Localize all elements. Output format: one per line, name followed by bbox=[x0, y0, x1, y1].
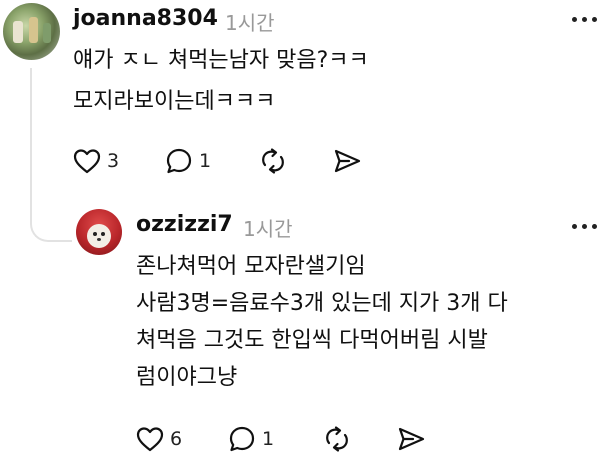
thread-connector-curve bbox=[30, 212, 72, 242]
avatar-joanna8304[interactable] bbox=[3, 3, 60, 60]
comment-text-line: 쳐먹음 그것도 한입씩 다먹어버림 시발 bbox=[136, 328, 488, 353]
repost-icon bbox=[262, 148, 284, 174]
reply-count: 1 bbox=[262, 428, 275, 450]
like-count: 6 bbox=[170, 428, 183, 450]
comment-timestamp: 1시간 bbox=[243, 217, 293, 241]
like-count: 3 bbox=[107, 150, 120, 172]
share-icon bbox=[334, 149, 361, 173]
avatar-ozzizzi7[interactable] bbox=[76, 209, 122, 255]
repost-button[interactable] bbox=[258, 146, 288, 176]
comment-text-line: 모지라보이는데ㅋㅋㅋ bbox=[73, 89, 276, 114]
more-options-icon[interactable] bbox=[572, 17, 598, 23]
repost-button[interactable] bbox=[322, 424, 352, 454]
share-icon bbox=[398, 427, 425, 451]
repost-icon bbox=[326, 426, 348, 452]
heart-icon bbox=[73, 149, 101, 174]
comment-icon bbox=[229, 426, 255, 452]
comment-text-line: 얘가 ㅈㄴ 쳐먹는남자 맞음?ㅋㅋ bbox=[73, 48, 369, 73]
like-button[interactable]: 6 bbox=[136, 424, 182, 454]
comment-text-line: 럼이야그냥 bbox=[136, 365, 238, 390]
reply-button[interactable]: 1 bbox=[165, 146, 211, 176]
comment-text-line: 존나쳐먹어 모자란샐기임 bbox=[136, 254, 366, 279]
share-button[interactable] bbox=[332, 146, 362, 176]
heart-icon bbox=[136, 427, 164, 452]
comment-timestamp: 1시간 bbox=[225, 11, 275, 35]
thread-connector-line bbox=[30, 68, 32, 218]
comment-text-line: 사람3명=음료수3개 있는데 지가 3개 다 bbox=[136, 291, 508, 316]
reply-count: 1 bbox=[199, 150, 212, 172]
share-button[interactable] bbox=[396, 424, 426, 454]
comment-icon bbox=[166, 148, 192, 174]
reply-button[interactable]: 1 bbox=[228, 424, 274, 454]
like-button[interactable]: 3 bbox=[73, 146, 119, 176]
more-options-icon[interactable] bbox=[572, 224, 598, 230]
comment-username[interactable]: joanna8304 bbox=[73, 6, 218, 31]
comment-username[interactable]: ozzizzi7 bbox=[136, 212, 233, 237]
